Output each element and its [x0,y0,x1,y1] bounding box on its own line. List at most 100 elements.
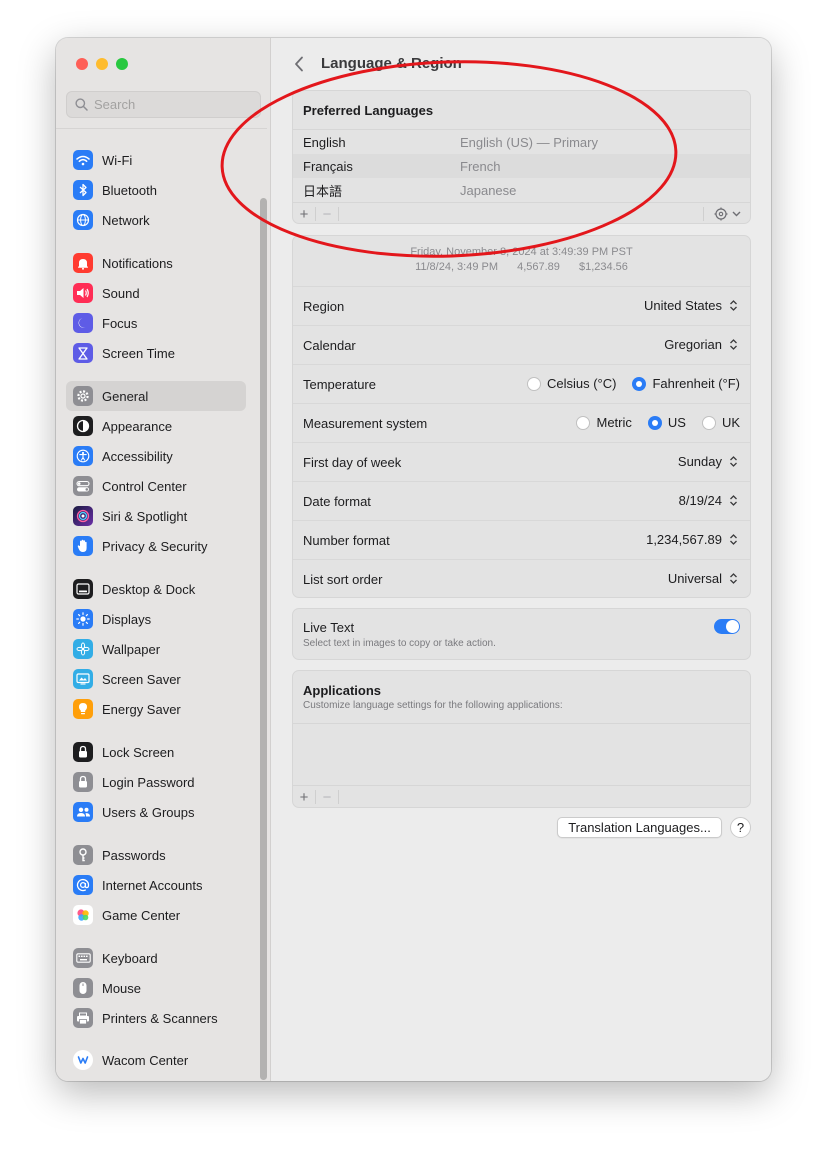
remove-application-button[interactable]: − [316,788,338,806]
popup-value: 1,234,567.89 [646,531,722,547]
wacom-icon [73,1050,93,1070]
region-popup[interactable]: United States [644,297,740,313]
radio-button[interactable] [526,376,541,391]
sidebar-item-label: Passwords [102,847,166,863]
first-day-popup[interactable]: Sunday [678,453,740,469]
translation-languages-button[interactable]: Translation Languages... [557,817,722,838]
sidebar-item-notifications[interactable]: Notifications [66,248,246,278]
sidebar-item-wallpaper[interactable]: Wallpaper [66,634,246,664]
radio-button[interactable] [701,415,716,430]
sidebar-item-wacom-center[interactable]: Wacom Center [66,1045,246,1075]
add-application-button[interactable]: + [293,788,315,806]
radio-fahrenheit[interactable]: Fahrenheit (°F) [632,376,740,391]
sidebar-item-bluetooth[interactable]: Bluetooth [66,175,246,205]
format-preview-date: Friday, November 8, 2024 at 3:49:39 PM P… [410,246,633,258]
preferred-languages-section: Preferred Languages English English (US)… [292,90,751,224]
sidebar-item-label: Desktop & Dock [102,581,196,597]
sidebar-item-passwords[interactable]: Passwords [66,840,246,870]
minimize-window-button[interactable] [96,58,108,70]
search-icon [75,98,88,111]
bell-icon [73,253,93,273]
remove-language-button[interactable]: − [316,205,338,223]
sidebar-item-desktop-dock[interactable]: Desktop & Dock [66,574,246,604]
sidebar-item-wifi[interactable]: Wi-Fi [66,145,246,175]
sidebar-item-network[interactable]: Network [66,205,246,235]
sidebar-item-label: Sound [102,285,140,301]
calendar-popup[interactable]: Gregorian [664,336,740,352]
language-row-english[interactable]: English English (US) — Primary [293,130,750,154]
toggles-icon [73,476,93,496]
sidebar-item-users-groups[interactable]: Users & Groups [66,797,246,827]
language-name: Français [303,158,353,174]
sidebar-item-privacy-security[interactable]: Privacy & Security [66,531,246,561]
sidebar-item-accessibility[interactable]: Accessibility [66,441,246,471]
help-button[interactable]: ? [730,817,751,838]
sidebar-item-energy-saver[interactable]: Energy Saver [66,694,246,724]
sidebar-item-sound[interactable]: Sound [66,278,246,308]
radio-metric[interactable]: Metric [576,415,632,430]
language-desc: French [460,158,501,174]
live-text-section: Live Text Select text in images to copy … [292,608,751,660]
bluetooth-icon [73,180,93,200]
sidebar-item-screen-time[interactable]: Screen Time [66,338,246,368]
applications-toolbar: + − [293,785,750,807]
radio-button[interactable] [576,415,591,430]
number-format-popup[interactable]: 1,234,567.89 [646,531,740,547]
applications-list[interactable] [293,723,750,785]
divider [703,207,704,221]
radio-us[interactable]: US [647,415,686,430]
accessibility-icon [73,446,93,466]
sidebar-item-screen-saver[interactable]: Screen Saver [66,664,246,694]
sidebar-item-game-center[interactable]: Game Center [66,900,246,930]
popup-value: Gregorian [664,336,722,352]
sidebar-item-appearance[interactable]: Appearance [66,411,246,441]
language-actions-button[interactable] [708,205,746,223]
search-field[interactable] [66,91,261,118]
radio-celsius[interactable]: Celsius (°C) [526,376,616,391]
sidebar-item-label: Login Password [102,774,195,790]
sidebar-item-login-password[interactable]: Login Password [66,767,246,797]
radio-label: UK [721,415,740,430]
sidebar-item-displays[interactable]: Displays [66,604,246,634]
back-button[interactable] [290,54,308,74]
sidebar-item-mouse[interactable]: Mouse [66,973,246,1003]
divider [338,207,339,221]
list-sort-popup[interactable]: Universal [668,570,740,586]
close-window-button[interactable] [76,58,88,70]
sidebar-scrollbar[interactable] [260,198,267,1081]
divider [338,790,339,804]
search-input[interactable] [94,97,254,112]
language-row-japanese[interactable]: 日本語 Japanese [293,178,750,202]
sidebar-item-label: Printers & Scanners [102,1010,218,1026]
sidebar-item-label: Siri & Spotlight [102,508,188,524]
lightbulb-icon [73,699,93,719]
sidebar-item-label: Wallpaper [102,641,161,657]
sidebar-item-printers-scanners[interactable]: Printers & Scanners [66,1003,246,1033]
sidebar-item-focus[interactable]: Focus [66,308,246,338]
sidebar-item-internet-accounts[interactable]: Internet Accounts [66,870,246,900]
sidebar-item-siri-spotlight[interactable]: Siri & Spotlight [66,501,246,531]
language-row-french[interactable]: Français French [293,154,750,178]
section-title: Preferred Languages [303,103,434,118]
sidebar-scrollbar-thumb[interactable] [260,198,267,1080]
sidebar-item-label: Focus [102,315,138,331]
sidebar-item-label: Accessibility [102,448,173,464]
sidebar-item-keyboard[interactable]: Keyboard [66,943,246,973]
date-format-popup[interactable]: 8/19/24 [679,492,740,508]
zoom-window-button[interactable] [116,58,128,70]
at-icon [73,875,93,895]
radio-button[interactable] [632,376,647,391]
popup-value: United States [643,297,722,313]
live-text-title: Live Text [303,620,355,635]
sidebar-item-control-center[interactable]: Control Center [66,471,246,501]
sidebar-item-general[interactable]: General [66,381,246,411]
sidebar-item-label: Users & Groups [102,804,195,820]
radio-uk[interactable]: UK [701,415,740,430]
globe-icon [73,210,93,230]
first-day-row: First day of week Sunday [293,442,750,481]
add-language-button[interactable]: + [293,205,315,223]
live-text-toggle[interactable] [714,619,740,634]
language-name: 日本語 [303,183,343,199]
radio-button[interactable] [647,415,662,430]
sidebar-item-lock-screen[interactable]: Lock Screen [66,737,246,767]
